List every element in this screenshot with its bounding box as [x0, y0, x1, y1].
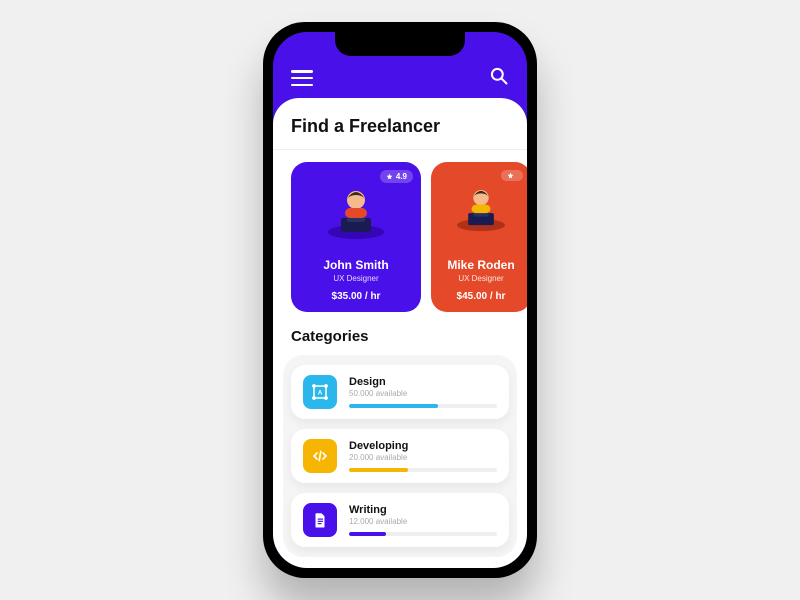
category-item-design[interactable]: A Design 50.000 available [291, 365, 509, 419]
freelancer-carousel[interactable]: 4.9 John Smith UX Designer [273, 162, 527, 312]
category-progress [349, 404, 497, 408]
rating-badge [501, 170, 523, 181]
category-progress-fill [349, 404, 438, 408]
phone-frame: Find a Freelancer 4.9 [263, 22, 537, 578]
divider [273, 149, 527, 150]
category-subtext: 12.000 available [349, 517, 497, 526]
code-icon [303, 439, 337, 473]
category-body: Developing 20.000 available [349, 440, 497, 472]
category-subtext: 20.000 available [349, 453, 497, 462]
category-progress-fill [349, 468, 408, 472]
rating-value: 4.9 [396, 172, 407, 181]
category-progress [349, 468, 497, 472]
freelancer-rate: $35.00 / hr [297, 291, 415, 302]
star-icon [507, 172, 514, 179]
category-subtext: 50.000 available [349, 389, 497, 398]
category-name: Developing [349, 440, 497, 452]
categories-heading: Categories [273, 312, 527, 355]
freelancer-rate: $45.00 / hr [437, 291, 525, 302]
category-name: Design [349, 376, 497, 388]
category-name: Writing [349, 504, 497, 516]
design-icon: A [303, 375, 337, 409]
freelancer-name: Mike Roden [437, 258, 525, 272]
search-icon[interactable] [489, 66, 509, 86]
freelancer-role: UX Designer [297, 274, 415, 283]
freelancer-avatar [321, 184, 391, 240]
freelancer-card[interactable]: 4.9 John Smith UX Designer [291, 162, 421, 312]
menu-icon[interactable] [291, 70, 313, 86]
star-icon [386, 173, 393, 180]
category-item-developing[interactable]: Developing 20.000 available [291, 429, 509, 483]
svg-text:A: A [318, 390, 323, 396]
rating-badge: 4.9 [380, 170, 413, 183]
screen: Find a Freelancer 4.9 [273, 32, 527, 568]
freelancer-avatar [451, 184, 511, 240]
category-body: Design 50.000 available [349, 376, 497, 408]
freelancer-card[interactable]: Mike Roden UX Designer $45.00 / hr [431, 162, 527, 312]
main-panel: Find a Freelancer 4.9 [273, 98, 527, 568]
category-item-writing[interactable]: Writing 12.000 available [291, 493, 509, 547]
freelancer-name: John Smith [297, 258, 415, 272]
notch [335, 32, 465, 56]
freelancer-role: UX Designer [437, 274, 525, 283]
category-list: A Design 50.000 available [283, 355, 517, 557]
category-progress-fill [349, 532, 386, 536]
category-body: Writing 12.000 available [349, 504, 497, 536]
category-progress [349, 532, 497, 536]
document-icon [303, 503, 337, 537]
page-title: Find a Freelancer [273, 116, 527, 149]
